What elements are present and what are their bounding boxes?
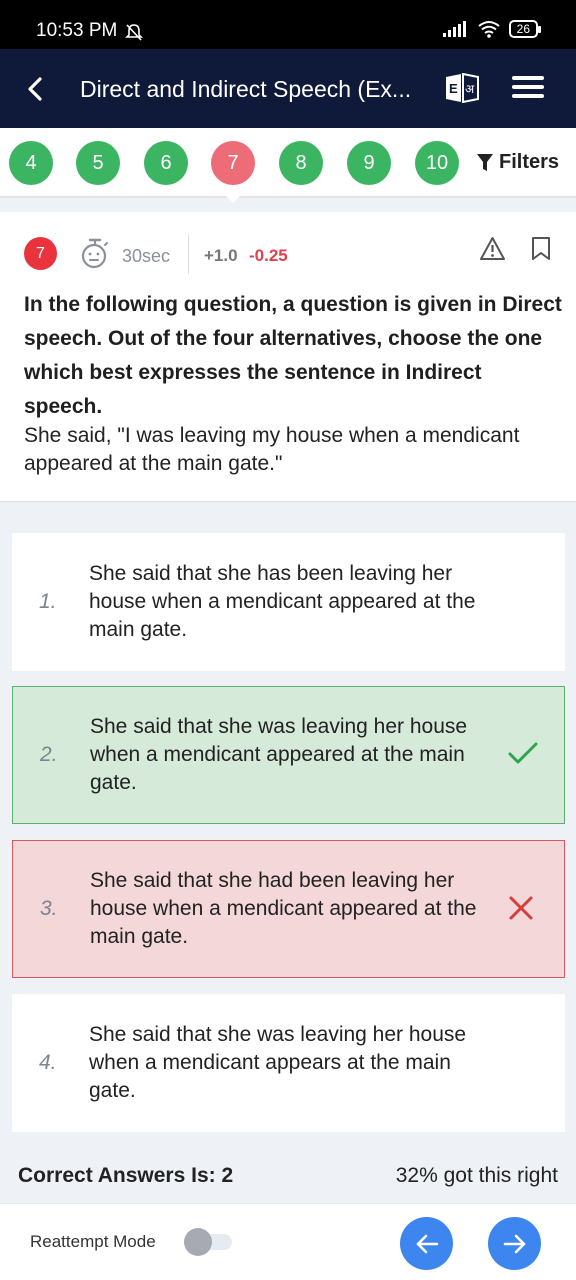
question-bubble-8[interactable]: 8 [279, 141, 323, 185]
option-2[interactable]: 2. She said that she was leaving her hou… [12, 686, 565, 824]
bookmark-icon[interactable] [531, 236, 551, 262]
menu-icon-bar [512, 85, 544, 89]
language-toggle-button[interactable]: E अ [444, 72, 480, 104]
back-arrow-icon [28, 77, 42, 101]
correct-answer-text: Correct Answers Is: 2 [18, 1164, 234, 1187]
reattempt-toggle[interactable] [184, 1228, 232, 1256]
page-title: Direct and Indirect Speech (Ex... [80, 76, 412, 102]
success-rate-text: 32% got this right [395, 1164, 558, 1187]
mute-bell-icon [125, 24, 143, 41]
filters-button[interactable]: Filters [477, 151, 559, 174]
battery-icon: 26 [508, 20, 542, 38]
bottom-bar: Reattempt Mode [0, 1203, 576, 1280]
check-icon [508, 742, 538, 764]
menu-button[interactable] [512, 76, 544, 102]
option-4[interactable]: 4. She said that she was leaving her hou… [12, 994, 565, 1132]
lang-letter-hindi: अ [465, 82, 475, 96]
filters-label: Filters [499, 151, 560, 173]
previous-question-button[interactable] [400, 1217, 453, 1270]
wifi-icon [478, 21, 500, 38]
question-card: 7 30sec +1.0 -0.25 In the following ques… [0, 212, 576, 502]
arrow-right-icon [503, 1234, 525, 1253]
question-sentence: She said, "I was leaving my house when a… [24, 424, 520, 475]
question-bubble-9[interactable]: 9 [347, 141, 391, 185]
question-bubble-6[interactable]: 6 [144, 141, 188, 185]
question-bubble-5[interactable]: 5 [76, 141, 120, 185]
next-question-button[interactable] [488, 1217, 541, 1270]
positive-mark: +1.0 [204, 246, 238, 265]
negative-mark: -0.25 [249, 246, 288, 265]
option-text: She said that she had been leaving her h… [90, 869, 477, 948]
question-number-badge: 7 [24, 237, 57, 270]
option-number: 1. [39, 590, 57, 613]
result-summary: Correct Answers Is: 2 32% got this right [0, 1160, 576, 1194]
meta-divider [188, 234, 189, 274]
app-bar: Direct and Indirect Speech (Ex... E अ [0, 49, 576, 128]
active-question-pointer [226, 196, 240, 203]
stopwatch-icon [81, 238, 108, 269]
option-3[interactable]: 3. She said that she had been leaving he… [12, 840, 565, 978]
status-bar: 10:53 PM 26 [0, 0, 576, 49]
filter-icon [477, 153, 493, 171]
option-text: She said that she was leaving her house … [90, 715, 468, 794]
signal-icon [442, 21, 466, 37]
reattempt-label: Reattempt Mode [30, 1232, 156, 1251]
timer-text: 30sec [122, 246, 171, 266]
option-number: 4. [39, 1051, 57, 1074]
toggle-knob [184, 1228, 212, 1256]
back-button[interactable] [20, 73, 50, 105]
status-time: 10:53 PM [36, 20, 118, 41]
question-bubble-7[interactable]: 7 [211, 141, 255, 185]
question-bubble-4[interactable]: 4 [9, 141, 53, 185]
menu-icon-bar [512, 76, 544, 80]
language-icon: E अ [446, 72, 479, 104]
lang-letter-e: E [449, 81, 458, 96]
menu-icon-bar [512, 94, 544, 98]
arrow-left-icon [416, 1234, 438, 1253]
question-instruction: In the following question, a question is… [24, 293, 562, 418]
report-warning-icon[interactable] [479, 236, 506, 261]
option-text: She said that she was leaving her house … [89, 1023, 467, 1102]
option-text: She said that she has been leaving her h… [89, 562, 476, 641]
status-icons: 26 [442, 20, 542, 38]
question-bubble-10[interactable]: 10 [415, 141, 459, 185]
option-number: 2. [40, 743, 58, 766]
option-1[interactable]: 1. She said that she has been leaving he… [12, 533, 565, 671]
option-number: 3. [40, 897, 58, 920]
cross-icon [509, 896, 533, 920]
